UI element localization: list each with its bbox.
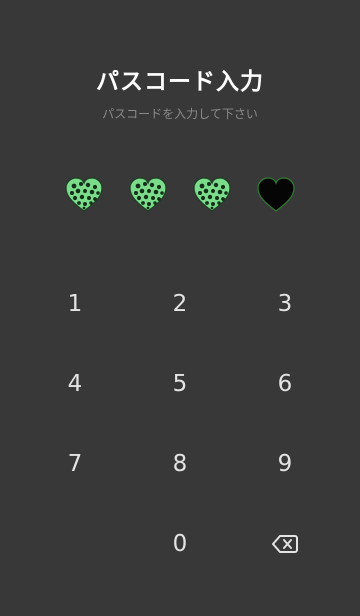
- numeric-keypad: 1 2 3 4 5 6 7 8 9 0: [0, 262, 360, 582]
- key-0[interactable]: 0: [135, 516, 225, 572]
- backspace-button[interactable]: [240, 516, 330, 572]
- key-8[interactable]: 8: [135, 436, 225, 492]
- empty-heart-icon: [256, 176, 296, 216]
- key-9[interactable]: 9: [240, 436, 330, 492]
- page-title: パスコード入力: [96, 69, 264, 95]
- passcode-indicators: [0, 176, 360, 216]
- filled-heart-icon: [128, 176, 168, 216]
- filled-heart-icon: [64, 176, 104, 216]
- key-3[interactable]: 3: [240, 276, 330, 332]
- key-4[interactable]: 4: [30, 356, 120, 412]
- backspace-icon: [272, 534, 298, 554]
- key-7[interactable]: 7: [30, 436, 120, 492]
- key-2[interactable]: 2: [135, 276, 225, 332]
- key-6[interactable]: 6: [240, 356, 330, 412]
- key-5[interactable]: 5: [135, 356, 225, 412]
- filled-heart-icon: [192, 176, 232, 216]
- page-subtitle: パスコードを入力して下さい: [102, 107, 258, 121]
- key-1[interactable]: 1: [30, 276, 120, 332]
